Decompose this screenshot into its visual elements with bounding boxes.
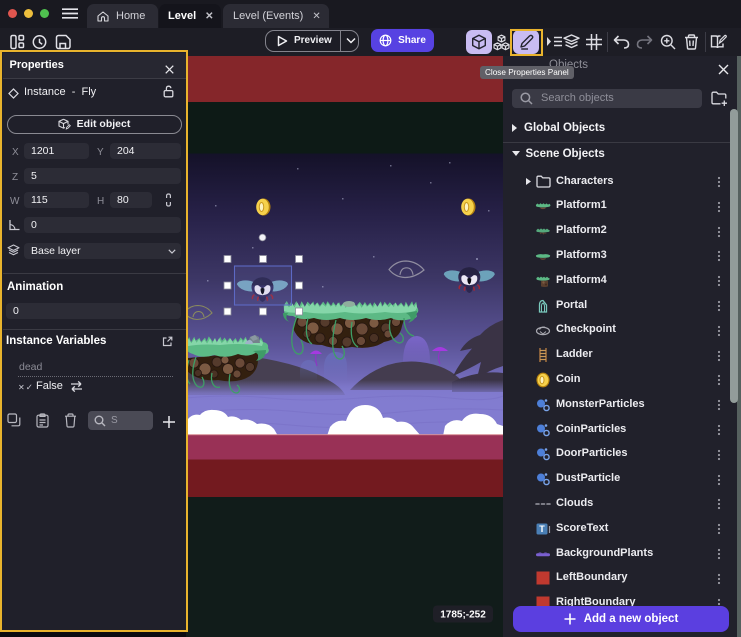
svg-text:T: T xyxy=(539,524,545,534)
svg-text:1785;-252: 1785;-252 xyxy=(440,610,486,621)
